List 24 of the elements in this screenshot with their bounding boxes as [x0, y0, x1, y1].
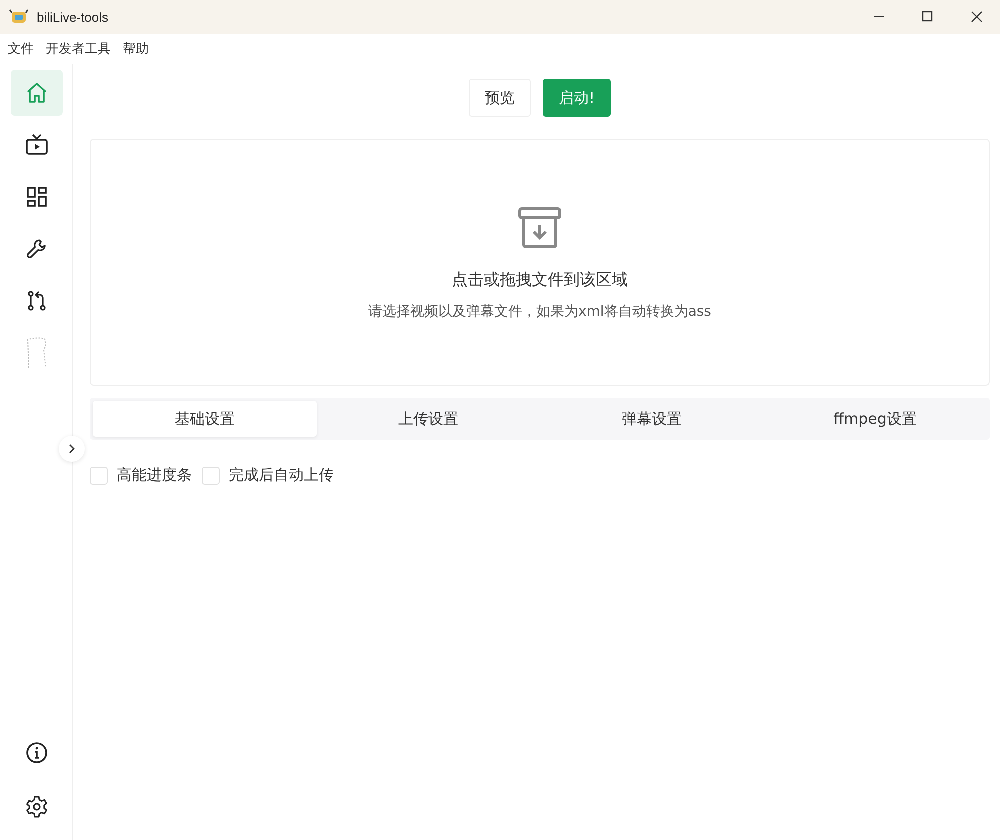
- drop-zone-title: 点击或拖拽文件到该区域: [452, 270, 628, 291]
- window-title: biliLive-tools: [37, 10, 109, 24]
- settings-tab[interactable]: 基础设置: [93, 401, 316, 437]
- settings-tab[interactable]: 弹幕设置: [540, 401, 764, 437]
- checkbox[interactable]: [202, 466, 220, 484]
- dotted-outline-icon: [25, 336, 49, 370]
- dashboard-icon: [25, 185, 49, 209]
- file-drop-zone[interactable]: 点击或拖拽文件到该区域 请选择视频以及弹幕文件，如果为xml将自动转换为ass: [90, 139, 990, 386]
- checkbox-label: 完成后自动上传: [229, 466, 334, 485]
- info-icon: [25, 741, 49, 765]
- checkbox[interactable]: [90, 466, 108, 484]
- wrench-icon: [25, 237, 49, 261]
- home-icon: [25, 81, 49, 105]
- settings-tab[interactable]: 上传设置: [316, 401, 540, 437]
- menu-item[interactable]: 帮助: [123, 40, 149, 58]
- tv-play-icon: [25, 133, 49, 157]
- preview-button[interactable]: 预览: [468, 79, 531, 117]
- checkbox-label: 高能进度条: [117, 466, 192, 485]
- settings-tab[interactable]: ffmpeg设置: [764, 401, 987, 437]
- menu-item[interactable]: 文件: [8, 40, 34, 58]
- expand-sidebar-button[interactable]: [59, 436, 85, 462]
- drop-zone-hint: 请选择视频以及弹幕文件，如果为xml将自动转换为ass: [368, 303, 712, 321]
- menu-item[interactable]: 开发者工具: [46, 40, 111, 58]
- settings-icon: [25, 795, 49, 819]
